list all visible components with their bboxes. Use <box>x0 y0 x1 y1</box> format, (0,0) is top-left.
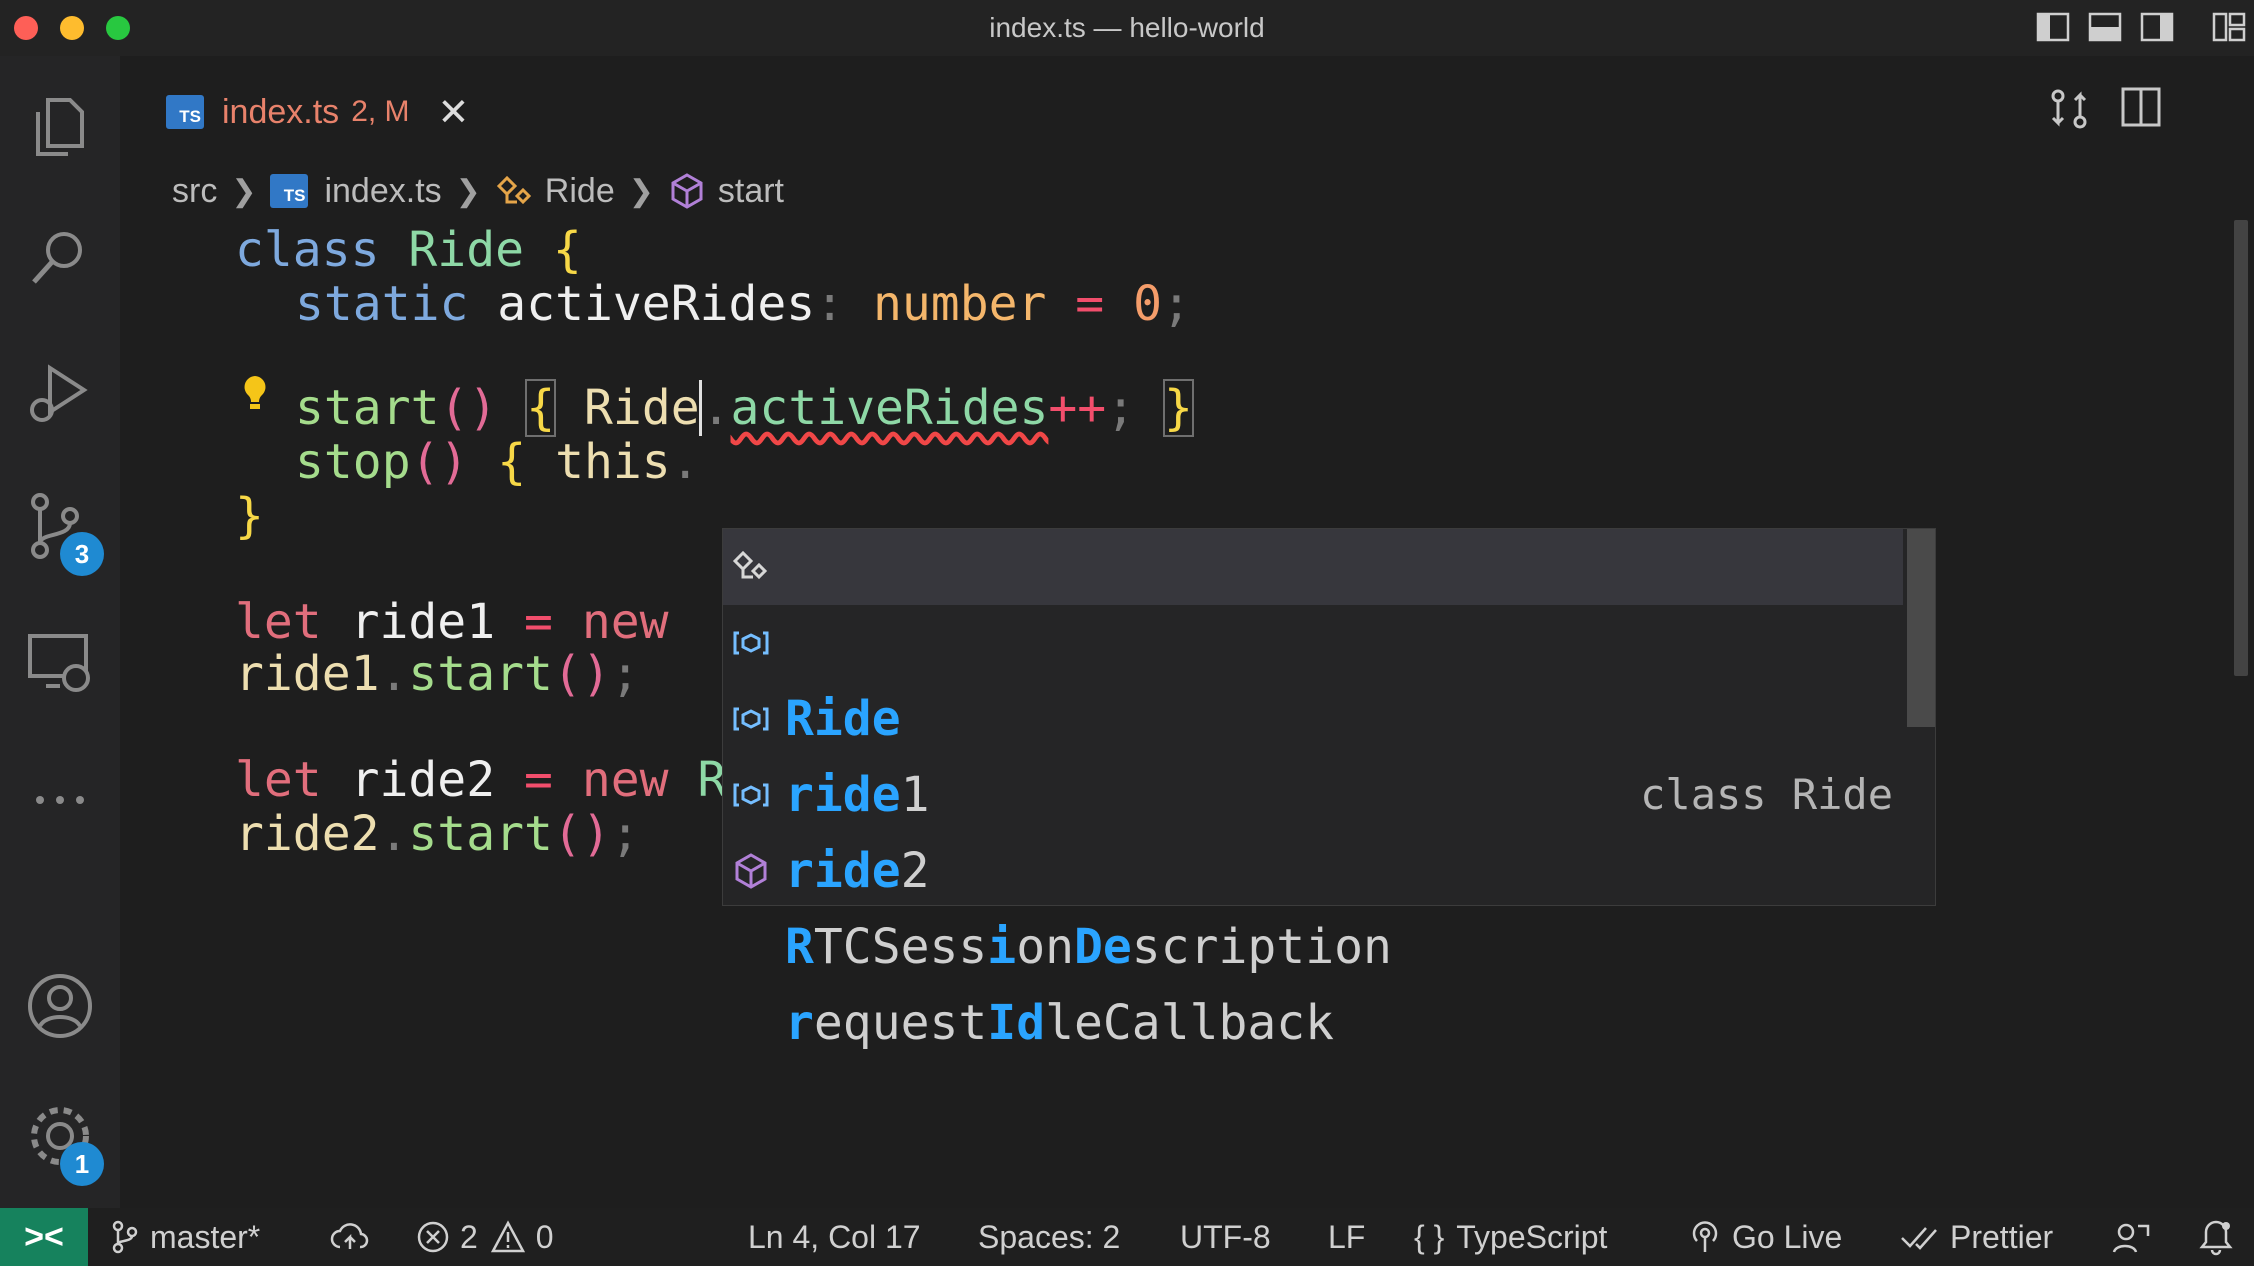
typescript-file-icon: TS <box>166 95 204 129</box>
accounts-live-share-icon[interactable] <box>2112 1220 2152 1254</box>
breadcrumb-folder[interactable]: src <box>172 172 217 211</box>
breadcrumb-method[interactable]: start <box>718 172 784 211</box>
tab-bar: TS index.ts 2, M ✕ <box>120 56 2254 168</box>
go-live-button[interactable]: Go Live <box>1688 1208 1842 1266</box>
error-icon <box>417 1221 449 1253</box>
end-of-line[interactable]: LF <box>1328 1208 1365 1266</box>
split-editor-icon[interactable] <box>2120 86 2162 128</box>
tab-label: index.ts <box>222 92 340 131</box>
code-line-5: stop() { this. <box>295 434 700 490</box>
compare-changes-icon[interactable] <box>2046 86 2092 132</box>
method-symbol-icon <box>671 173 703 209</box>
chevron-right-icon: ❯ <box>455 174 481 208</box>
breadcrumb: src ❯ TS index.ts ❯ Ride ❯ start <box>172 166 784 216</box>
remote-explorer-icon[interactable] <box>20 622 100 702</box>
code-line-6: } <box>235 488 264 544</box>
run-debug-icon[interactable] <box>20 354 100 434</box>
double-check-icon <box>1901 1227 1937 1250</box>
notifications-bell-icon[interactable] <box>2198 1218 2234 1256</box>
sync-button[interactable] <box>330 1208 380 1266</box>
chevron-right-icon: ❯ <box>231 174 257 208</box>
code-line-12: ride2.start(); <box>235 806 640 862</box>
class-symbol-icon <box>496 175 531 205</box>
git-branch-icon <box>112 1220 138 1254</box>
suggest-item[interactable]: ride2 <box>723 681 1903 899</box>
code-line-1: class Ride { <box>235 222 582 278</box>
status-bar: >< master* 2 0 Ln 4, Col 17 Spaces: 2 UT… <box>0 1208 2254 1266</box>
warning-icon <box>490 1220 525 1253</box>
problems-status[interactable]: 2 0 <box>416 1208 554 1266</box>
customize-layout-icon[interactable] <box>2212 12 2246 42</box>
cloud-upload-icon <box>330 1223 369 1249</box>
manage-badge: 1 <box>60 1142 104 1186</box>
indentation[interactable]: Spaces: 2 <box>978 1208 1120 1266</box>
tab-index-ts[interactable]: TS index.ts 2, M ✕ <box>130 62 512 162</box>
suggest-item[interactable]: ride1 <box>723 605 1903 823</box>
chevron-right-icon: ❯ <box>628 174 654 208</box>
variable-icon <box>733 783 769 807</box>
lightbulb-icon[interactable] <box>238 372 272 414</box>
search-icon[interactable] <box>20 218 100 298</box>
close-tab-icon[interactable]: ✕ <box>438 90 470 135</box>
variable-icon <box>733 631 769 655</box>
method-icon <box>735 853 767 889</box>
editor-scrollbar[interactable] <box>2234 220 2248 676</box>
toggle-panel-icon[interactable] <box>2088 12 2122 42</box>
cursor-position[interactable]: Ln 4, Col 17 <box>748 1208 921 1266</box>
suggest-scrollbar[interactable] <box>1907 529 1935 727</box>
language-mode[interactable]: { } TypeScript <box>1414 1208 1607 1266</box>
activity-bar: 3 1 <box>0 56 120 1208</box>
accounts-icon[interactable] <box>20 966 100 1046</box>
title-bar: index.ts — hello-world <box>0 0 2254 56</box>
class-icon <box>732 550 768 580</box>
broadcast-icon <box>1692 1221 1718 1252</box>
breadcrumb-file[interactable]: index.ts <box>324 172 441 211</box>
code-line-8: let ride1 = new <box>235 594 669 650</box>
branch-status[interactable]: master* <box>110 1208 260 1266</box>
explorer-icon[interactable] <box>20 86 100 166</box>
typescript-file-icon: TS <box>270 174 309 208</box>
toggle-primary-sidebar-icon[interactable] <box>2036 12 2070 42</box>
remote-indicator-icon[interactable]: >< <box>0 1208 88 1266</box>
breadcrumb-class[interactable]: Ride <box>545 172 615 211</box>
window-title: index.ts — hello-world <box>989 12 1265 43</box>
suggest-item[interactable]: requestIdleCallback <box>723 833 1903 1051</box>
code-line-2: static activeRides: number = 0; <box>295 276 1191 332</box>
suggest-item[interactable]: RTCSessionDescription <box>723 757 1903 975</box>
braces-icon: { } <box>1414 1218 1445 1255</box>
more-icon[interactable] <box>20 756 100 836</box>
suggest-item[interactable]: Ride class Ride <box>723 529 1903 819</box>
variable-icon <box>733 707 769 731</box>
toggle-secondary-sidebar-icon[interactable] <box>2140 12 2174 42</box>
encoding[interactable]: UTF-8 <box>1180 1208 1271 1266</box>
suggest-widget: Ride class Ride ride1 ride2 RTCSessionDe… <box>722 528 1936 1051</box>
prettier-button[interactable]: Prettier <box>1900 1208 2053 1266</box>
code-line-4: start() { Ride.activeRides++; } <box>295 379 1194 437</box>
source-control-badge: 3 <box>60 532 104 576</box>
tab-status: 2, M <box>351 95 410 128</box>
code-line-9: ride1.start(); <box>235 646 640 702</box>
